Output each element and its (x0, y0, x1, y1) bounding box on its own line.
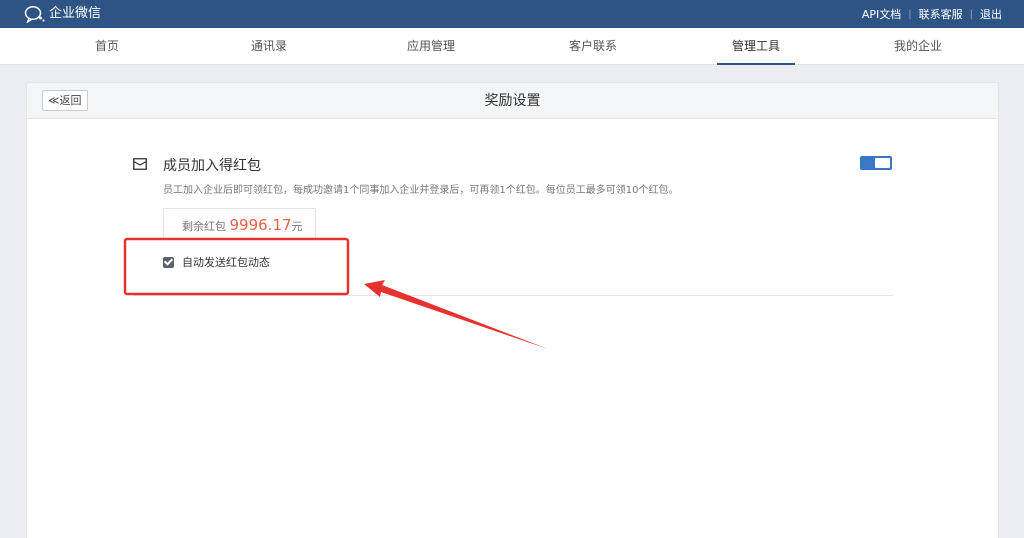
remaining-red-packet: 剩余红包 9996.17元 (163, 208, 316, 240)
api-docs-link[interactable]: API文档 (862, 6, 901, 22)
toggle-knob (875, 158, 890, 168)
remaining-amount: 9996.17 (229, 216, 292, 234)
auto-send-checkbox[interactable] (163, 256, 174, 268)
auto-send-option: 自动发送红包动态 (163, 254, 270, 270)
top-bar: 企业微信 API文档 | 联系客服 | 退出 (0, 0, 1024, 28)
nav-home[interactable]: 首页 (62, 28, 152, 64)
envelope-icon (133, 158, 147, 170)
enable-toggle[interactable] (860, 156, 892, 170)
main-nav: 首页 通讯录 应用管理 客户联系 管理工具 我的企业 (0, 28, 1024, 65)
remaining-label: 剩余红包 (182, 220, 226, 233)
nav-customer-contact[interactable]: 客户联系 (548, 28, 638, 64)
nav-management-tools[interactable]: 管理工具 (711, 28, 801, 65)
auto-send-label: 自动发送红包动态 (182, 256, 270, 269)
logo-text: 企业微信 (49, 6, 102, 21)
contact-support-link[interactable]: 联系客服 (919, 6, 963, 22)
panel-header: ≪返回 奖励设置 (27, 83, 998, 119)
nav-my-company[interactable]: 我的企业 (873, 28, 963, 64)
logout-link[interactable]: 退出 (980, 6, 1002, 22)
top-links: API文档 | 联系客服 | 退出 (862, 0, 1002, 28)
section-divider (133, 295, 893, 296)
wework-logo-icon (24, 5, 45, 23)
reward-settings-panel: ≪返回 奖励设置 成员加入得红包 员工加入企业后即可领红包，每成功邀请1个同事加… (26, 82, 999, 538)
link-separator: | (969, 8, 973, 20)
logo[interactable]: 企业微信 (24, 5, 101, 23)
setting-description: 员工加入企业后即可领红包，每成功邀请1个同事加入企业并登录后，可再领1个红包。每… (163, 185, 679, 196)
remaining-unit: 元 (291, 220, 303, 233)
nav-contacts[interactable]: 通讯录 (224, 28, 314, 64)
link-separator: | (908, 8, 912, 20)
nav-app-management[interactable]: 应用管理 (386, 28, 476, 64)
setting-title: 成员加入得红包 (163, 158, 261, 174)
page-title: 奖励设置 (484, 93, 541, 109)
